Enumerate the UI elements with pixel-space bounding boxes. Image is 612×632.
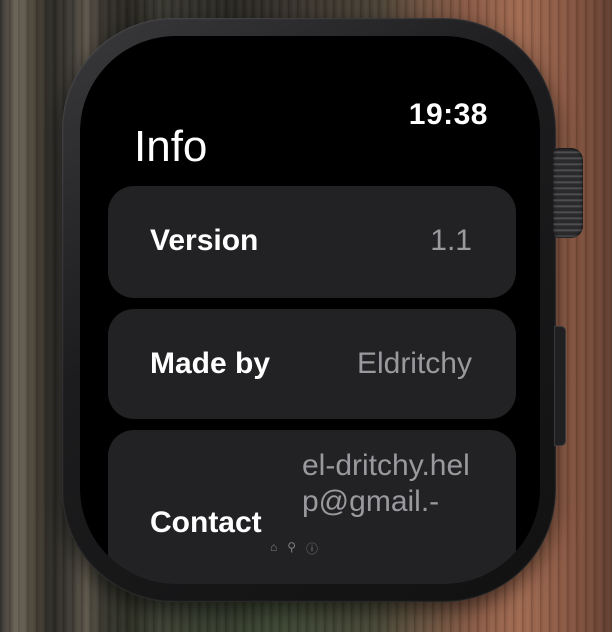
info-icon: ⓘ [306,542,319,556]
page-title: Info [134,122,208,171]
side-button[interactable] [554,326,566,446]
made-by-value: Eldritchy [356,347,472,380]
version-row[interactable]: Version 1.1 [108,186,516,298]
made-by-row[interactable]: Made by Eldritchy [108,309,516,419]
digital-crown[interactable] [553,148,583,238]
status-time: 19:38 [408,98,488,131]
contact-row[interactable]: Contact el-dritchy.help@gmail.- [108,430,516,584]
watch-screen: 19:38 Info Version 1.1 Made by Eldritchy… [80,36,540,584]
home-icon: ⌂ [270,540,278,554]
contact-value: el-dritchy.help@gmail.- [302,449,470,518]
contact-label: Contact [150,506,262,539]
version-value: 1.1 [430,224,472,257]
version-label: Version [150,224,259,257]
made-by-label: Made by [150,347,271,380]
page-indicator: ⌂ ⚲ ⓘ [270,540,318,557]
wrench-icon: ⚲ [287,540,297,554]
